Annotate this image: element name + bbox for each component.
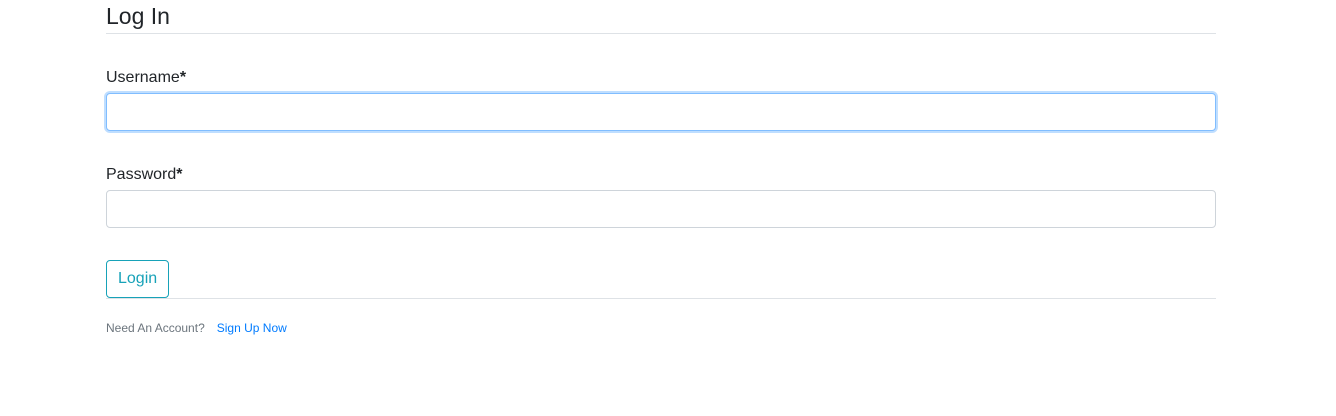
password-label-text: Password xyxy=(106,166,177,183)
password-required-marker: * xyxy=(176,166,183,183)
username-input[interactable] xyxy=(106,93,1216,131)
need-account-text: Need An Account? xyxy=(106,321,205,335)
login-button[interactable]: Login xyxy=(106,260,170,298)
sign-up-link[interactable]: Sign Up Now xyxy=(217,321,287,335)
signup-prompt: Need An Account? Sign Up Now xyxy=(106,321,1216,335)
footer-divider xyxy=(106,298,1216,299)
login-container: Log In Username* Password* Login Need An… xyxy=(106,0,1216,335)
title-divider xyxy=(106,33,1216,34)
username-required-marker: * xyxy=(179,69,187,86)
password-input[interactable] xyxy=(106,190,1216,228)
username-label-text: Username xyxy=(106,69,180,86)
login-form: Username* Password* Login xyxy=(106,68,1216,298)
page-title: Log In xyxy=(106,3,170,29)
username-label: Username* xyxy=(106,68,1216,87)
password-label: Password* xyxy=(106,165,1216,184)
